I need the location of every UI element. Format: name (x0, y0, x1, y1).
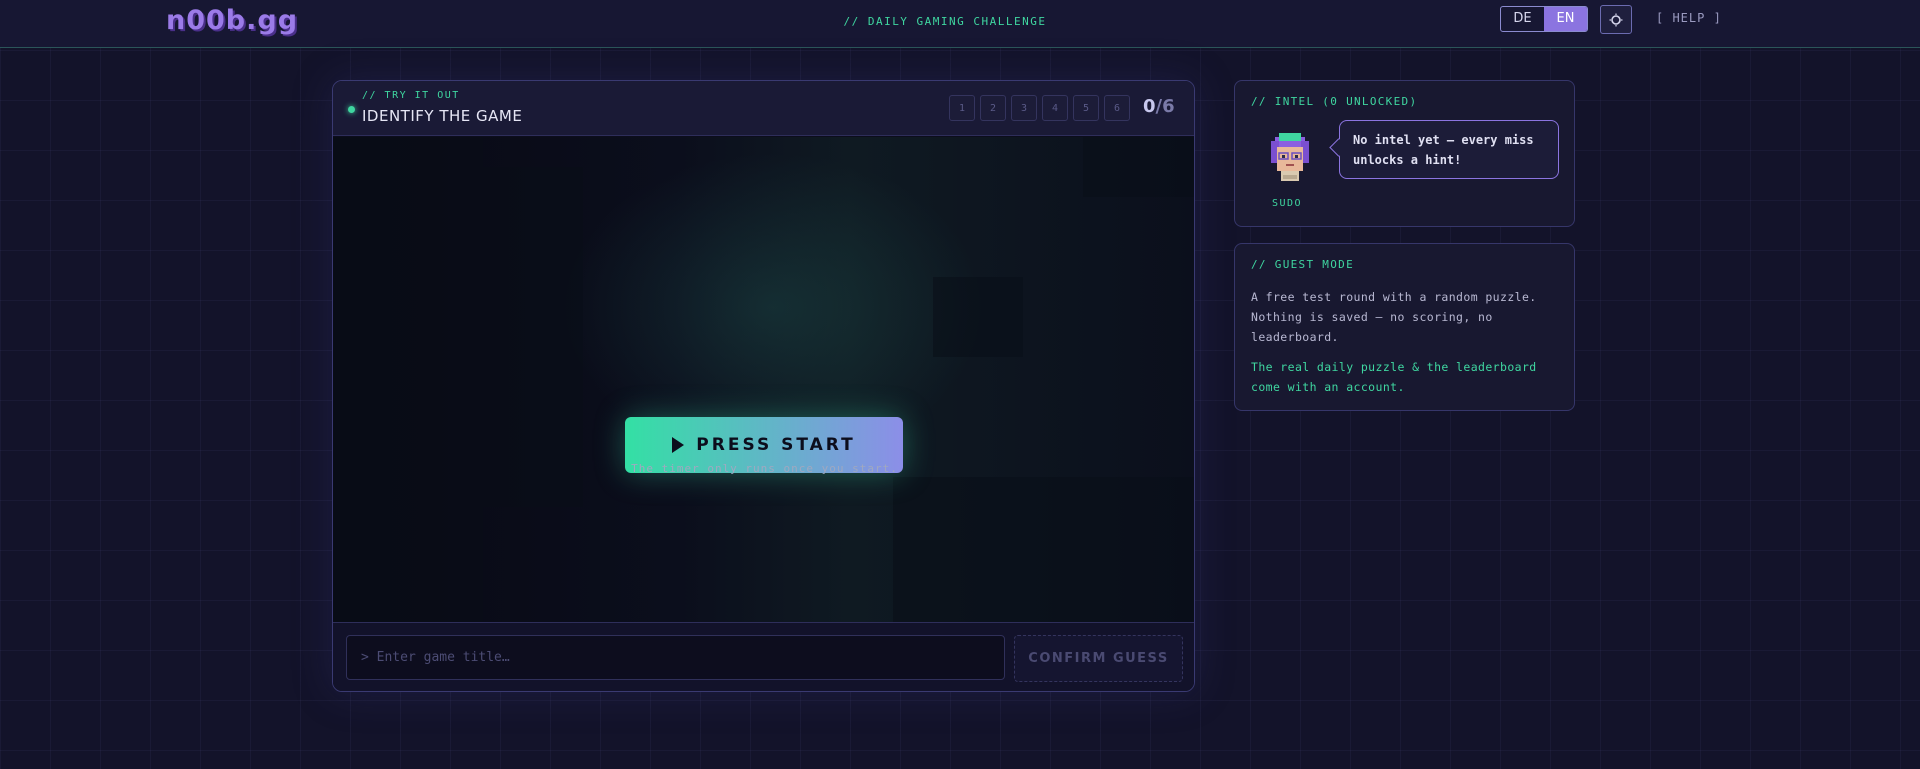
step-5: 5 (1073, 95, 1099, 121)
top-bar: n00b.gg // DAILY GAMING CHALLENGE DE EN … (0, 0, 1920, 48)
help-link[interactable]: [ HELP ] (1656, 11, 1722, 25)
guest-title: // GUEST MODE (1251, 258, 1354, 271)
pixel-block (933, 277, 1023, 357)
guest-description: A free test round with a random puzzle. … (1251, 290, 1537, 344)
step-4: 4 (1042, 95, 1068, 121)
game-panel: // TRY IT OUT IDENTIFY THE GAME 1 2 3 4 … (332, 80, 1195, 692)
intel-panel: // INTEL (0 UNLOCKED) SUDO No intel yet … (1234, 80, 1575, 227)
lang-en-button[interactable]: EN (1544, 7, 1587, 31)
game-screen: PRESS START The timer only runs once you… (333, 137, 1194, 622)
intel-message: No intel yet — every miss unlocks a hint… (1339, 120, 1559, 179)
pixel-block (893, 477, 1194, 622)
guess-input[interactable] (346, 635, 1005, 680)
avatar (1271, 133, 1309, 181)
lang-de-button[interactable]: DE (1501, 7, 1544, 31)
game-eyebrow: // TRY IT OUT (362, 90, 460, 101)
step-3: 3 (1011, 95, 1037, 121)
step-6: 6 (1104, 95, 1130, 121)
language-switch: DE EN (1500, 6, 1588, 32)
guess-bar: CONFIRM GUESS (333, 622, 1194, 691)
pixel-block (483, 167, 583, 507)
sun-icon (1609, 13, 1623, 26)
timer-note: The timer only runs once you start. (631, 462, 898, 475)
hint-steps: 1 2 3 4 5 6 (949, 95, 1130, 121)
status-dot (348, 106, 355, 113)
step-2: 2 (980, 95, 1006, 121)
guest-cta: The real daily puzzle & the leaderboard … (1251, 360, 1537, 394)
game-header: // TRY IT OUT IDENTIFY THE GAME 1 2 3 4 … (333, 81, 1194, 136)
confirm-guess-button[interactable]: CONFIRM GUESS (1014, 635, 1183, 682)
pixel-block (1083, 137, 1194, 197)
guest-mode-panel: // GUEST MODE A free test round with a r… (1234, 243, 1575, 411)
attempt-total: /6 (1155, 96, 1175, 117)
theme-toggle-button[interactable] (1600, 5, 1632, 34)
play-icon (672, 437, 685, 453)
intel-title: // INTEL (0 UNLOCKED) (1251, 95, 1418, 108)
attempt-current: 0 (1143, 96, 1156, 117)
avatar-name: SUDO (1272, 198, 1303, 209)
step-1: 1 (949, 95, 975, 121)
press-start-label: PRESS START (696, 435, 856, 455)
pixel-block (333, 137, 483, 622)
game-title: IDENTIFY THE GAME (362, 107, 523, 125)
attempt-counter: 0/6 (1143, 96, 1175, 117)
